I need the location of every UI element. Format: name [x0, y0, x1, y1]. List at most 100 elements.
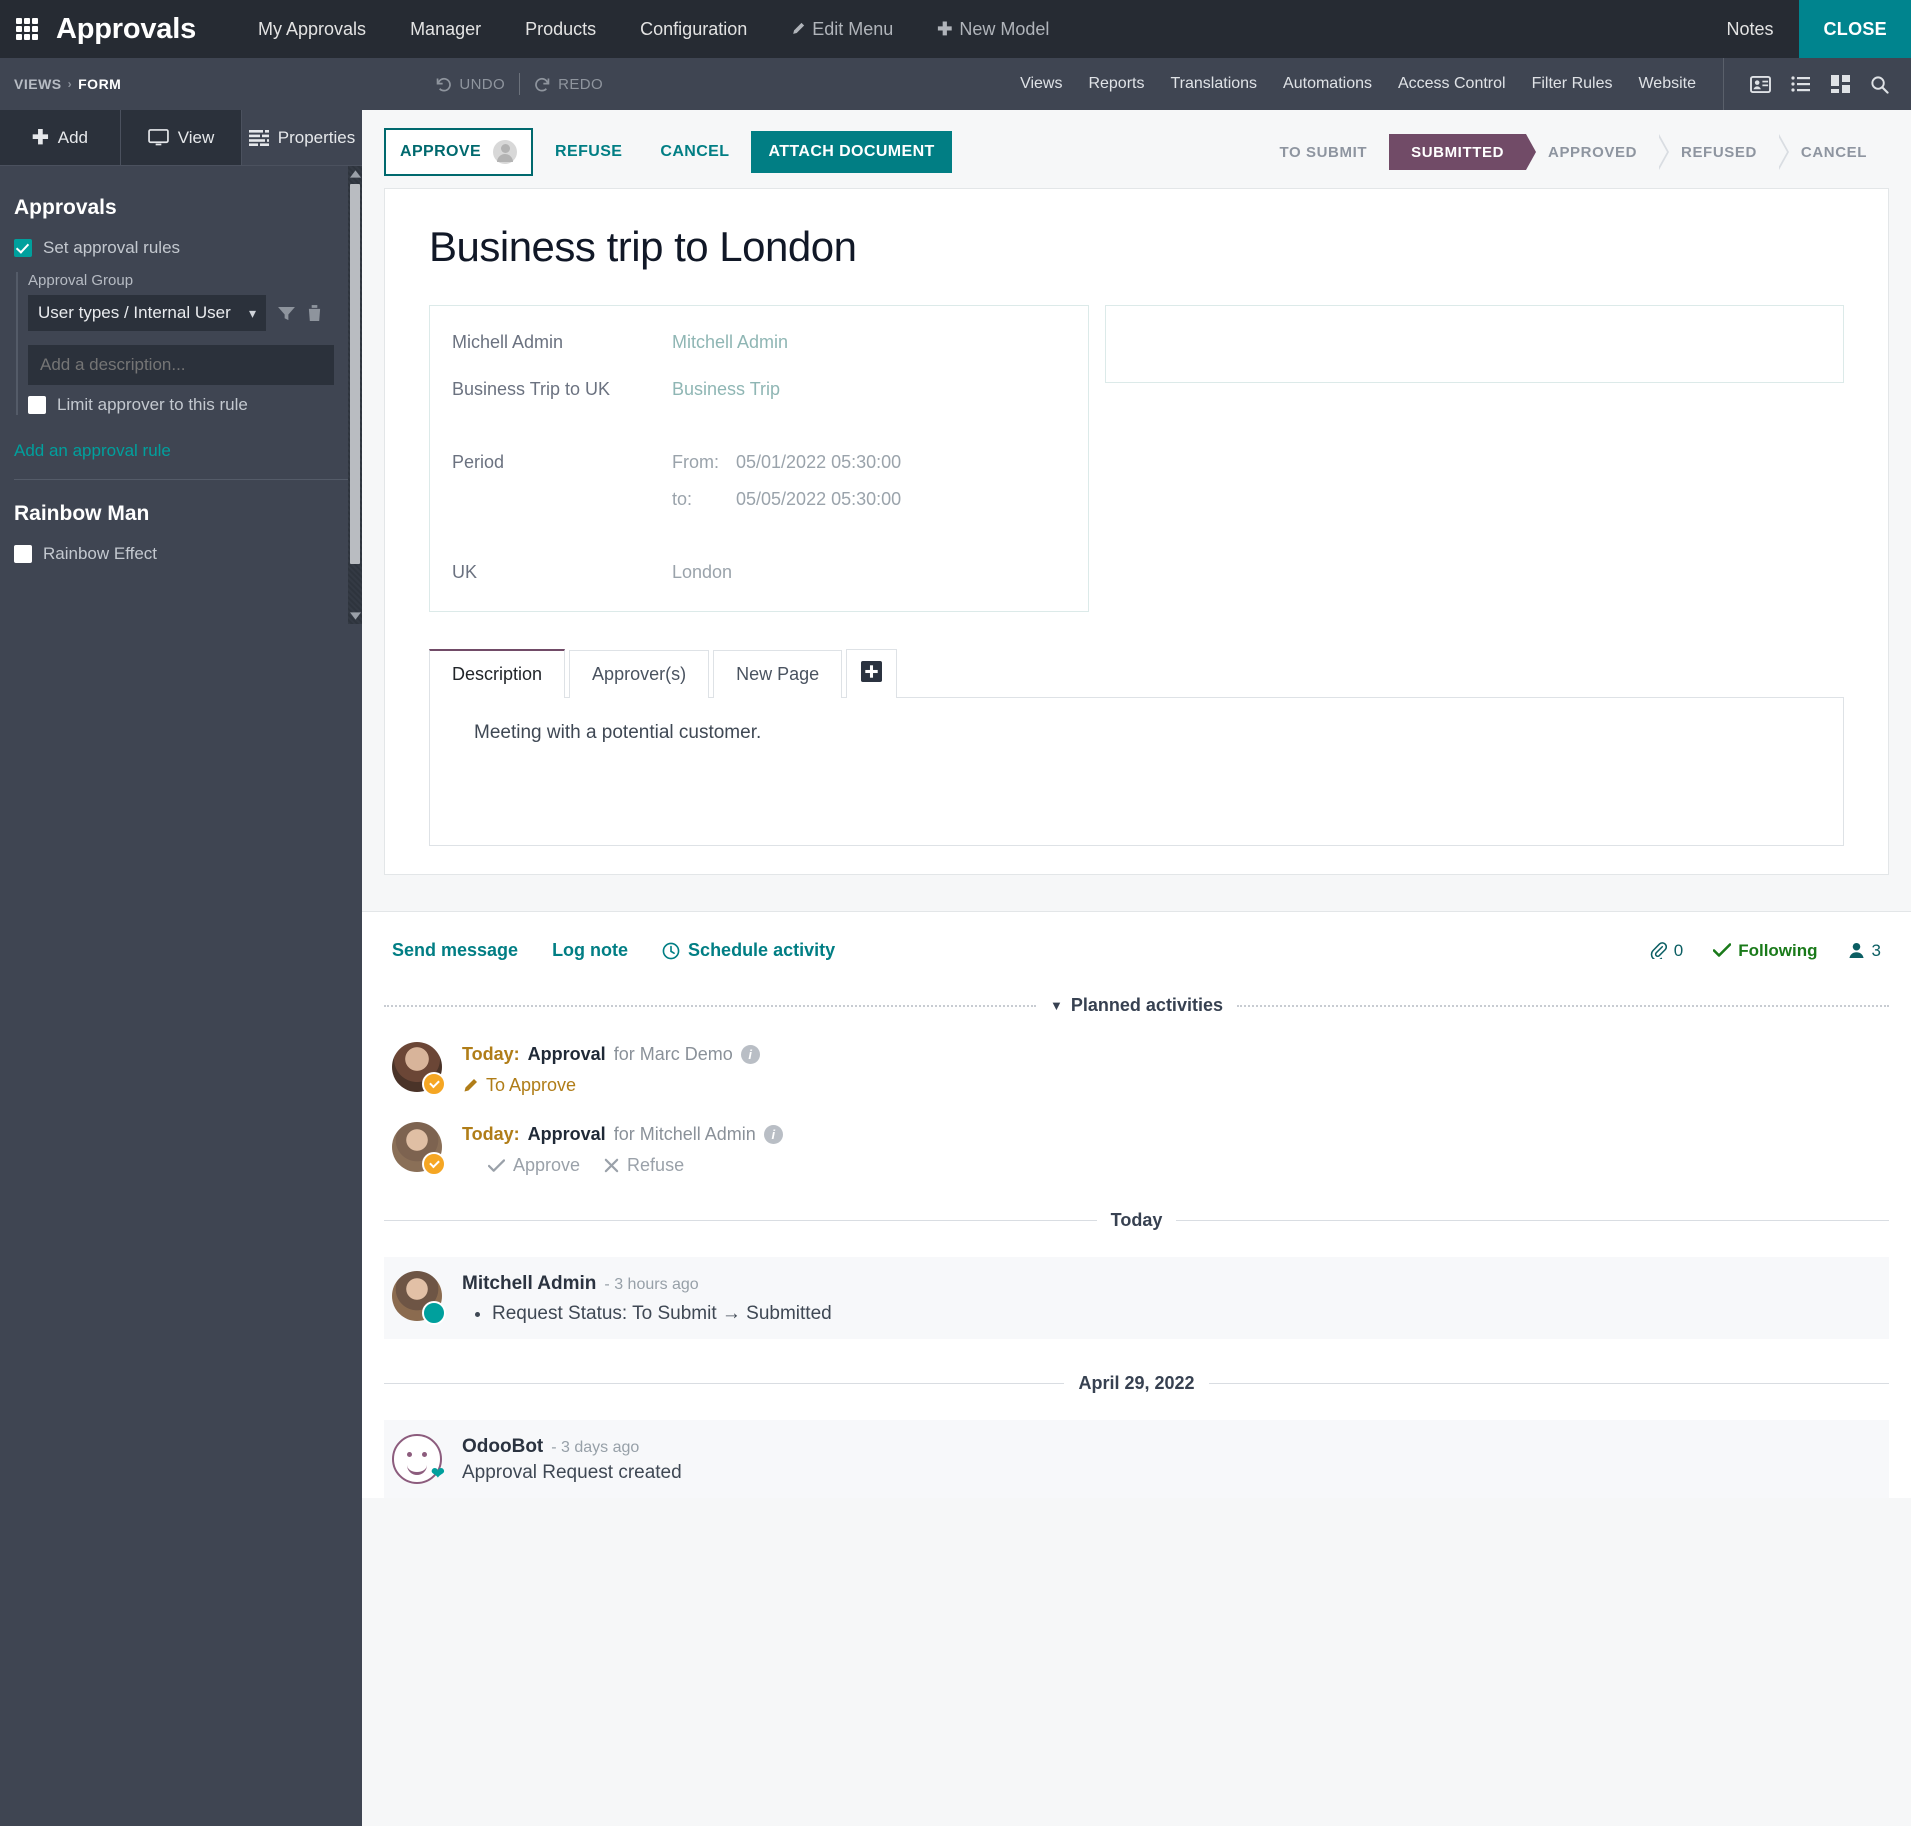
studio-link-website[interactable]: Website — [1625, 75, 1709, 93]
studio-link-views[interactable]: Views — [1007, 75, 1075, 93]
page-title[interactable]: Business trip to London — [429, 223, 1844, 271]
scroll-down-arrow-icon[interactable] — [348, 608, 362, 624]
following-button[interactable]: Following — [1713, 941, 1818, 961]
rainbow-effect-checkbox[interactable] — [14, 545, 32, 563]
status-to-submit[interactable]: TO SUBMIT — [1257, 134, 1399, 170]
period-to-line: to: 05/05/2022 05:30:00 — [672, 489, 901, 510]
period-from-line: From: 05/01/2022 05:30:00 — [672, 452, 901, 473]
approve-button[interactable]: APPROVE — [384, 128, 534, 176]
close-button[interactable]: CLOSE — [1799, 0, 1911, 58]
search-icon[interactable] — [1870, 75, 1889, 94]
sidebar-tab-properties-label: Properties — [277, 127, 356, 147]
add-approval-rule-link[interactable]: Add an approval rule — [14, 441, 171, 461]
breadcrumb-views[interactable]: VIEWS — [14, 76, 62, 92]
limit-approver-checkbox[interactable] — [28, 396, 46, 414]
chatter: Send message Log note Schedule activity … — [362, 911, 1911, 1498]
navbar-menus: My Approvals Manager Products Configurat… — [236, 0, 1071, 58]
follower-count[interactable]: 3 — [1848, 941, 1881, 961]
message-bullet: Request Status: To Submit → Submitted — [492, 1303, 832, 1325]
field-value-requester[interactable]: Mitchell Admin — [672, 332, 788, 353]
notes-button[interactable]: Notes — [1700, 0, 1799, 58]
sidebar-tab-add[interactable]: ✚ Add — [0, 110, 121, 165]
to-approve-button[interactable]: To Approve — [462, 1075, 576, 1096]
sidebar-tab-properties[interactable]: Properties — [242, 110, 362, 165]
status-refused[interactable]: REFUSED — [1659, 134, 1789, 170]
rainbow-effect-row[interactable]: Rainbow Effect — [14, 544, 348, 564]
planned-activities-toggle[interactable]: ▼ Planned activities — [1036, 995, 1237, 1016]
studio-link-automations[interactable]: Automations — [1270, 75, 1385, 93]
breadcrumb-separator: › — [67, 77, 73, 91]
approval-group-select[interactable]: User types / Internal User ▾ — [28, 295, 266, 331]
apps-grid-icon[interactable] — [16, 18, 38, 40]
clock-icon — [662, 942, 680, 959]
contact-card-icon[interactable] — [1750, 75, 1771, 94]
schedule-activity-button[interactable]: Schedule activity — [662, 940, 835, 961]
menu-my-approvals[interactable]: My Approvals — [236, 0, 388, 58]
field-value-location[interactable]: London — [672, 562, 732, 583]
tab-description[interactable]: Description — [429, 649, 566, 698]
period-from-value[interactable]: 05/01/2022 05:30:00 — [736, 452, 901, 473]
menu-products[interactable]: Products — [503, 0, 618, 58]
status-approved[interactable]: APPROVED — [1526, 134, 1670, 170]
studio-link-filter-rules[interactable]: Filter Rules — [1519, 75, 1626, 93]
notebook: Description Approver(s) New Page Meeting… — [429, 648, 1844, 846]
tab-approvers[interactable]: Approver(s) — [569, 650, 710, 698]
log-note-button[interactable]: Log note — [552, 940, 628, 961]
message-author[interactable]: Mitchell Admin — [462, 1273, 596, 1295]
limit-approver-row[interactable]: Limit approver to this rule — [28, 395, 348, 415]
status-cancel[interactable]: CANCEL — [1778, 134, 1889, 170]
sidebar-tab-view[interactable]: View — [121, 110, 242, 165]
list-view-icon[interactable] — [1791, 75, 1811, 93]
redo-button[interactable]: REDO — [520, 76, 617, 93]
menu-configuration[interactable]: Configuration — [618, 0, 769, 58]
info-icon[interactable]: i — [740, 1045, 760, 1064]
field-value-category[interactable]: Business Trip — [672, 379, 780, 400]
attach-document-button[interactable]: ATTACH DOCUMENT — [751, 131, 952, 173]
cancel-button[interactable]: CANCEL — [644, 132, 745, 172]
delete-icon[interactable] — [307, 304, 322, 322]
new-model-button[interactable]: ✚ New Model — [915, 0, 1071, 58]
set-approval-rules-checkbox[interactable] — [14, 239, 32, 257]
field-label-period: Period — [452, 452, 505, 472]
follower-count-value: 3 — [1871, 940, 1881, 960]
refuse-button[interactable]: REFUSE — [539, 132, 638, 172]
scroll-up-arrow-icon[interactable] — [348, 166, 362, 182]
approve-activity-button[interactable]: Approve — [488, 1155, 580, 1176]
redo-icon — [535, 77, 550, 91]
undo-button[interactable]: UNDO — [421, 76, 519, 93]
tab-new-page[interactable]: New Page — [713, 650, 843, 698]
send-message-button[interactable]: Send message — [392, 940, 518, 961]
description-text[interactable]: Meeting with a potential customer. — [474, 722, 1799, 744]
rainbow-effect-label: Rainbow Effect — [43, 544, 158, 563]
period-to-value[interactable]: 05/05/2022 05:30:00 — [736, 489, 901, 510]
field-label-location: UK — [452, 562, 478, 582]
sidebar-scrollbar[interactable] — [348, 166, 362, 624]
date-divider-april: April 29, 2022 — [384, 1373, 1890, 1394]
navbar-spacer — [1071, 0, 1700, 58]
edit-menu-button[interactable]: Edit Menu — [769, 0, 915, 58]
add-page-icon[interactable] — [846, 649, 898, 698]
attachment-count[interactable]: 0 — [1650, 941, 1683, 961]
status-submitted[interactable]: SUBMITTED — [1389, 134, 1536, 170]
info-icon[interactable]: i — [763, 1125, 783, 1144]
check-icon — [488, 1158, 505, 1172]
studio-link-translations[interactable]: Translations — [1157, 75, 1270, 93]
studio-link-access-control[interactable]: Access Control — [1385, 75, 1519, 93]
date-label-today: Today — [1110, 1210, 1163, 1230]
pencil-icon — [464, 1078, 477, 1091]
message-body: Mitchell Admin - 3 hours ago Request Sta… — [462, 1271, 832, 1325]
set-approval-rules-row[interactable]: Set approval rules — [14, 238, 348, 258]
limit-approver-label: Limit approver to this rule — [57, 395, 248, 414]
filter-icon[interactable] — [278, 306, 295, 321]
form-group-right[interactable] — [1105, 305, 1844, 383]
message-author[interactable]: OdooBot — [462, 1436, 543, 1458]
app-brand[interactable]: Approvals — [56, 13, 196, 46]
activity-summary: Today: Approval for Marc Demo i — [462, 1044, 760, 1065]
menu-manager[interactable]: Manager — [388, 0, 503, 58]
rule-description-input[interactable] — [28, 345, 334, 385]
breadcrumb: VIEWS › FORM — [0, 76, 121, 92]
scrollbar-thumb[interactable] — [350, 184, 360, 564]
kanban-view-icon[interactable] — [1831, 75, 1850, 93]
studio-link-reports[interactable]: Reports — [1075, 75, 1157, 93]
refuse-activity-button[interactable]: Refuse — [604, 1155, 684, 1176]
